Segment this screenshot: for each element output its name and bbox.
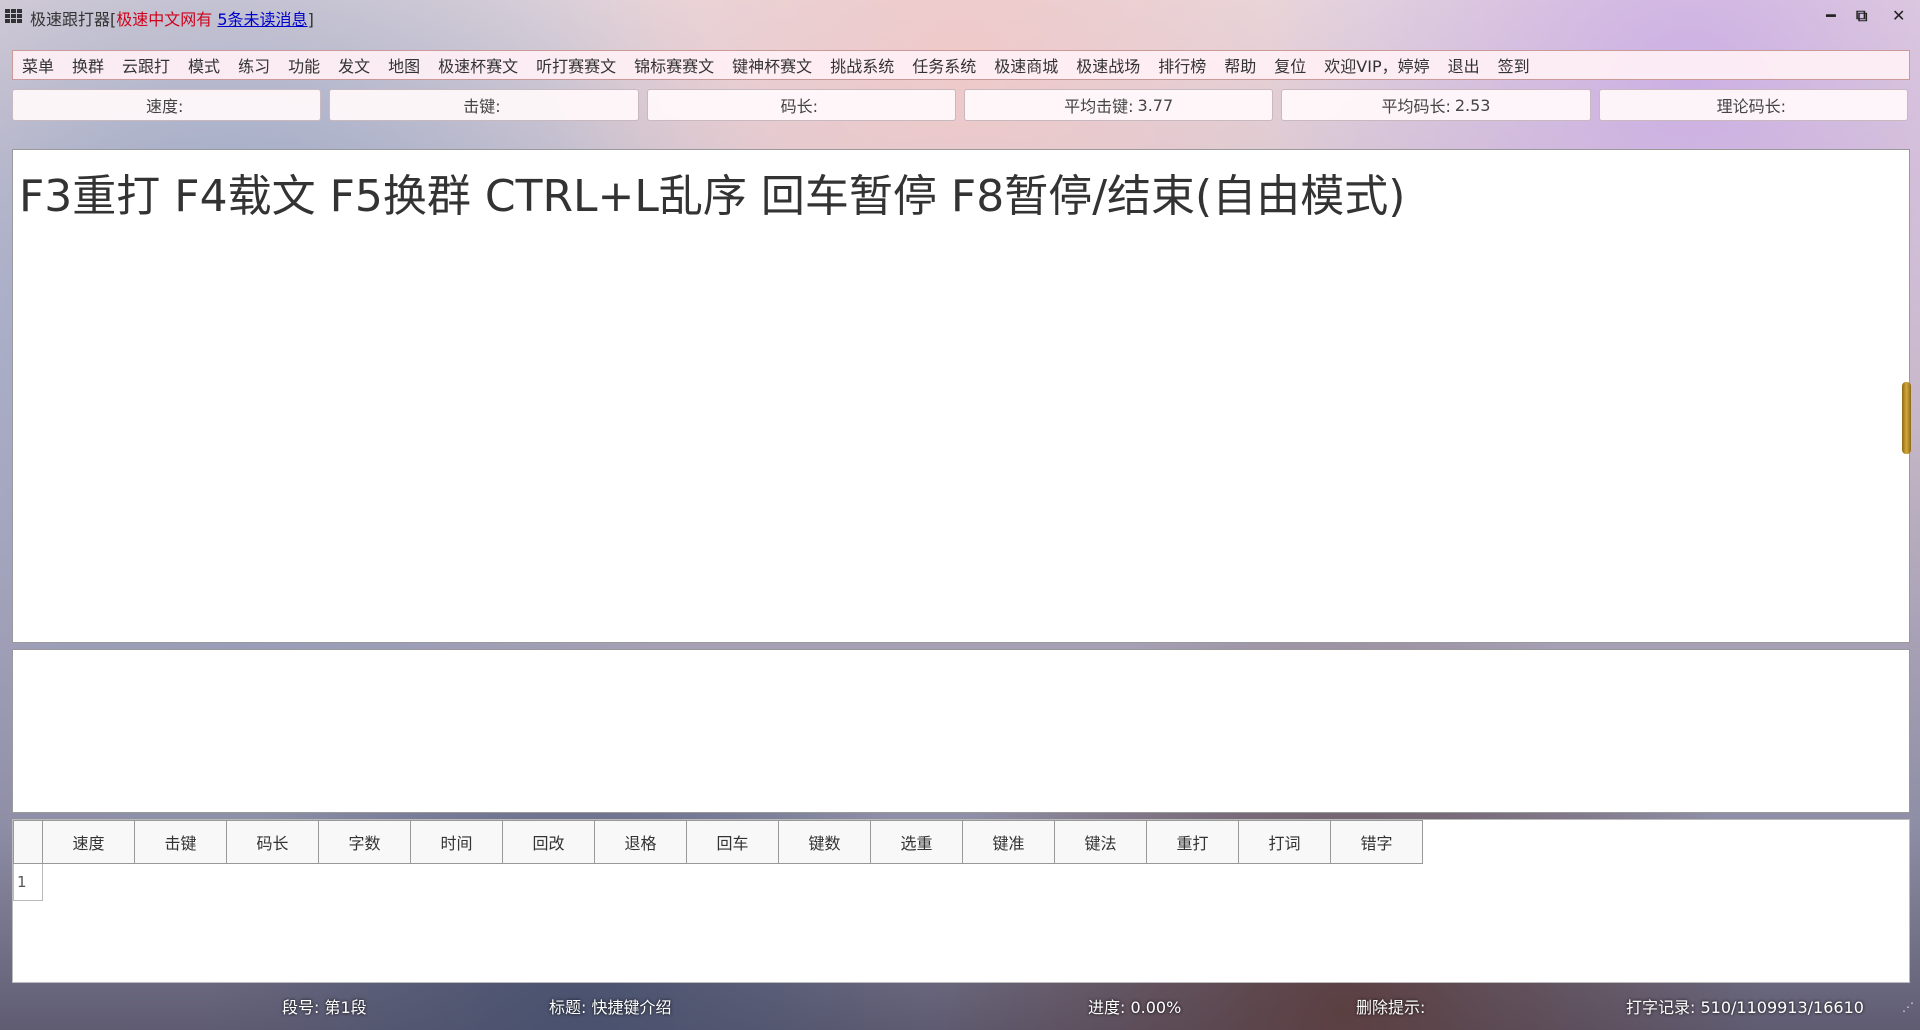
restore-icon[interactable]: ⧉ [1856,6,1867,26]
results-index-header [13,820,43,864]
app-name: 极速跟打器 [30,10,111,29]
col-key-accuracy[interactable]: 键准 [962,820,1055,864]
window-title: 极速跟打器[极速中文网有 5条未读消息] [30,6,314,30]
col-word-typing[interactable]: 打词 [1238,820,1331,864]
stats-bar: 速度: 击键: 码长: 平均击键: 3.77 平均码长: 2.53 理论码长: [12,89,1908,121]
menu-item-battlefield[interactable]: 极速战场 [1067,53,1149,77]
menu-item-mode[interactable]: 模式 [179,53,229,77]
status-typing-record: 打字记录: 510/1109913/16610 [1626,998,1864,1017]
typing-input-panel [12,649,1910,813]
title-bar: 极速跟打器[极速中文网有 5条未读消息] ━ ⧉ ✕ [0,0,1920,34]
menu-item-reset[interactable]: 复位 [1265,53,1315,77]
col-corrections[interactable]: 回改 [502,820,595,864]
col-code-length[interactable]: 码长 [226,820,319,864]
col-char-count[interactable]: 字数 [318,820,411,864]
menu-item-shop[interactable]: 极速商城 [985,53,1067,77]
menu-bar: 菜单 换群 云跟打 模式 练习 功能 发文 地图 极速杯赛文 听打赛赛文 锦标赛… [12,50,1910,80]
table-row[interactable]: 1 [13,863,1423,901]
menu-item-listening-contest[interactable]: 听打赛赛文 [527,53,625,77]
results-panel: 速度 击键 码长 字数 时间 回改 退格 回车 键数 选重 键准 键法 重打 打… [12,819,1910,983]
menu-item-welcome-user[interactable]: 欢迎VIP，婷婷 [1315,53,1438,77]
stat-avg-code-length: 平均码长: 2.53 [1281,89,1591,121]
status-segment: 段号: 第1段 [282,998,367,1017]
stat-speed: 速度: [12,89,322,121]
menu-item-cloud-typing[interactable]: 云跟打 [113,53,179,77]
menu-item-championship[interactable]: 锦标赛赛文 [625,53,723,77]
menu-item-function[interactable]: 功能 [279,53,329,77]
stat-avg-keystroke: 平均击键: 3.77 [963,89,1274,121]
results-table: 速度 击键 码长 字数 时间 回改 退格 回车 键数 选重 键准 键法 重打 打… [13,820,1423,901]
status-title: 标题: 快捷键介绍 [549,998,672,1017]
col-time[interactable]: 时间 [410,820,503,864]
close-icon[interactable]: ✕ [1892,6,1905,25]
menu-item-tasks[interactable]: 任务系统 [903,53,985,77]
typing-input[interactable] [13,650,1909,812]
stat-code-length: 码长: [646,89,956,121]
scrollbar-thumb[interactable] [1902,382,1911,454]
menu-item-send-text[interactable]: 发文 [329,53,379,77]
bracket-close: ] [307,10,314,29]
site-name: 极速中文网有 [116,10,213,29]
row-index: 1 [13,863,43,901]
menu-item-practice[interactable]: 练习 [229,53,279,77]
menu-item-logout[interactable]: 退出 [1439,53,1489,77]
col-errors[interactable]: 错字 [1330,820,1423,864]
menu-item-map[interactable]: 地图 [379,53,429,77]
status-bar: 段号: 第1段 标题: 快捷键介绍 进度: 0.00% 删除提示: 打字记录: … [0,990,1920,1018]
source-text: F3重打 F4载文 F5换群 CTRL+L乱序 回车暂停 F8暂停/结束(自由模… [19,171,1406,222]
col-enter[interactable]: 回车 [686,820,779,864]
minimize-icon[interactable]: ━ [1826,6,1836,25]
col-speed[interactable]: 速度 [42,820,135,864]
unread-messages-link[interactable]: 5条未读消息 [217,10,307,29]
menu-item-checkin[interactable]: 签到 [1489,53,1539,77]
col-retype[interactable]: 重打 [1146,820,1239,864]
resize-grip-icon[interactable]: ⋰ [1902,1000,1914,1014]
menu-item-menu[interactable]: 菜单 [13,53,63,77]
app-grid-icon[interactable] [5,9,23,23]
col-backspace[interactable]: 退格 [594,820,687,864]
col-key-count[interactable]: 键数 [778,820,871,864]
text-display-panel[interactable]: F3重打 F4载文 F5换群 CTRL+L乱序 回车暂停 F8暂停/结束(自由模… [12,149,1911,643]
menu-item-challenge[interactable]: 挑战系统 [821,53,903,77]
menu-item-speed-cup[interactable]: 极速杯赛文 [429,53,527,77]
results-header-row: 速度 击键 码长 字数 时间 回改 退格 回车 键数 选重 键准 键法 重打 打… [13,820,1423,864]
menu-item-help[interactable]: 帮助 [1215,53,1265,77]
status-hint: 删除提示: [1356,998,1426,1017]
col-key-method[interactable]: 键法 [1054,820,1147,864]
stat-theory-code-length: 理论码长: [1598,89,1908,121]
col-selection[interactable]: 选重 [870,820,963,864]
menu-item-key-god-cup[interactable]: 键神杯赛文 [723,53,821,77]
stat-keystroke: 击键: [329,89,639,121]
status-progress: 进度: 0.00% [1088,998,1182,1017]
menu-item-switch-group[interactable]: 换群 [63,53,113,77]
menu-item-leaderboard[interactable]: 排行榜 [1149,53,1215,77]
col-keystroke[interactable]: 击键 [134,820,227,864]
